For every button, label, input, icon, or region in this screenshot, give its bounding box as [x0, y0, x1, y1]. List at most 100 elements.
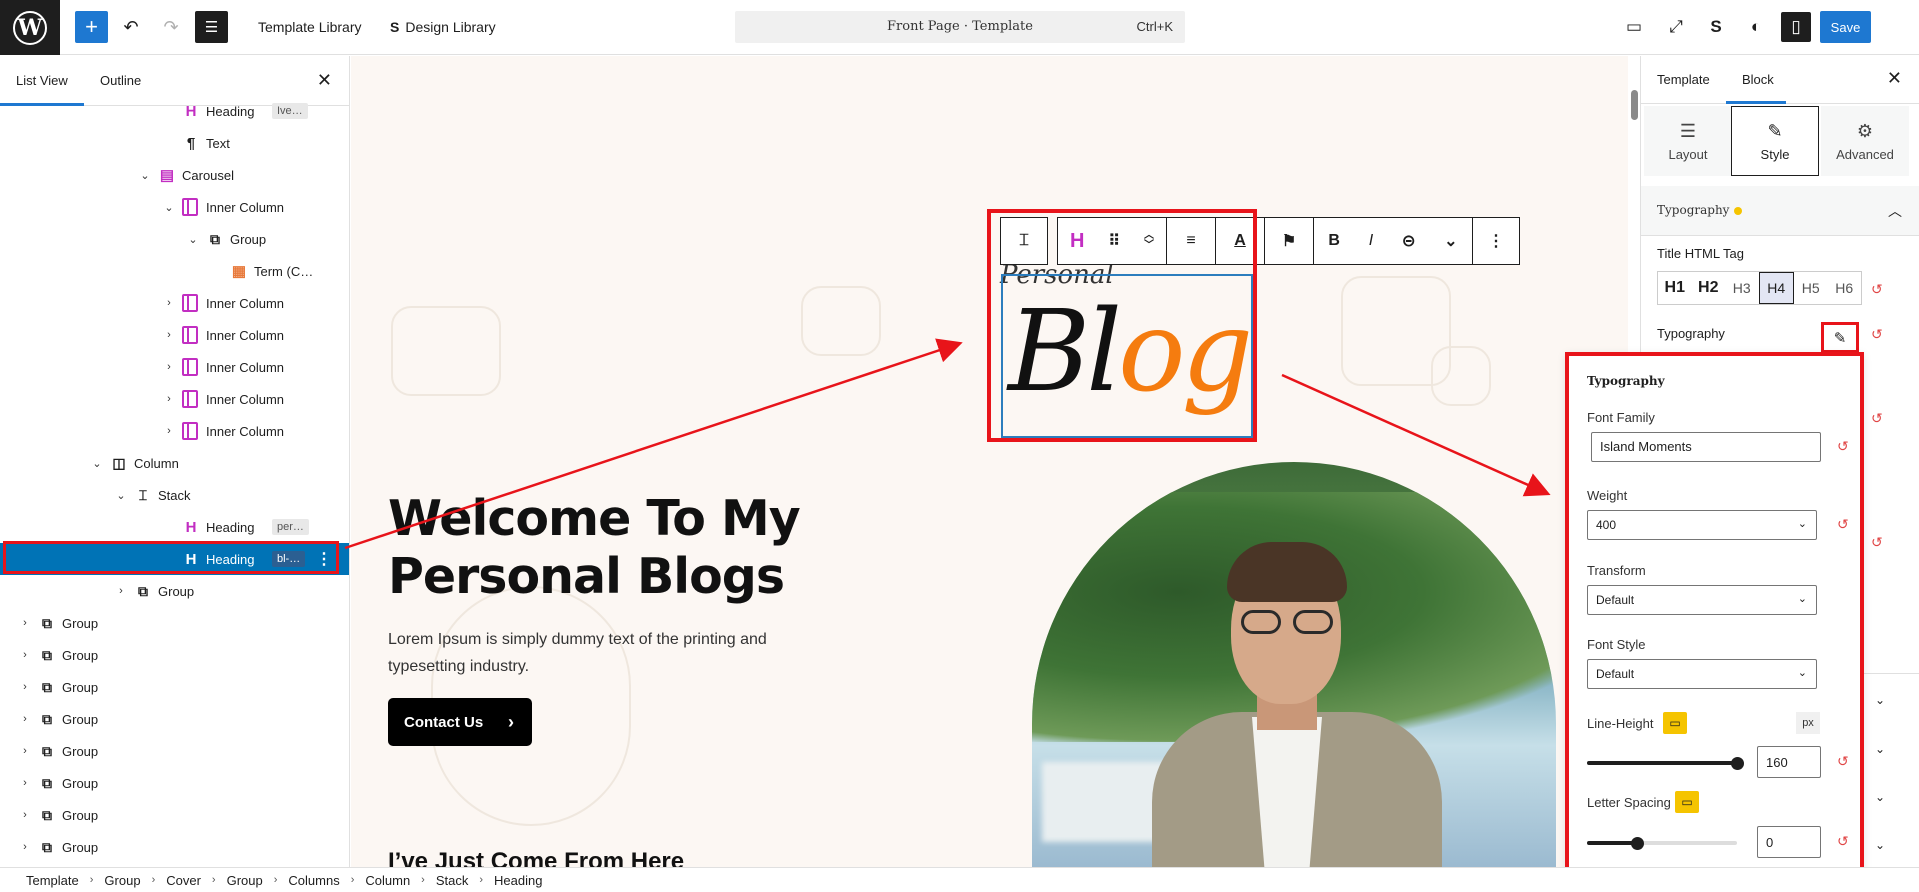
responsive-device-icon[interactable]: ▭	[1675, 791, 1699, 813]
list-view-row[interactable]: ▦ Term (C…	[0, 255, 349, 287]
tab-template[interactable]: Template	[1657, 72, 1710, 87]
list-view-row[interactable]: H Heading per…	[0, 511, 349, 543]
list-view-row[interactable]: ¶ Text	[0, 127, 349, 159]
weight-select[interactable]: 400 ⌄	[1587, 510, 1817, 540]
undo-button[interactable]: ↶	[116, 11, 146, 43]
chevron-right-icon[interactable]: ›	[18, 809, 32, 821]
chevron-right-icon[interactable]: ›	[18, 617, 32, 629]
bold-icon[interactable]: B	[1328, 232, 1340, 250]
breadcrumb-item[interactable]: Columns	[288, 873, 339, 888]
tab-block[interactable]: Block	[1742, 72, 1774, 87]
design-library-toolbar-button[interactable]: S	[1702, 13, 1730, 41]
hero-portrait-image[interactable]	[1032, 462, 1556, 867]
html-tag-h2[interactable]: H2	[1692, 272, 1726, 304]
list-view-row[interactable]: › ⧉ Group	[0, 575, 349, 607]
reset-icon[interactable]: ↺	[1871, 410, 1883, 427]
template-library-button[interactable]: Template Library	[258, 11, 362, 43]
breadcrumb-item[interactable]: Group	[104, 873, 140, 888]
breadcrumb-item[interactable]: Group	[227, 873, 263, 888]
font-family-input[interactable]: Island Moments	[1591, 432, 1821, 462]
chevron-down-icon[interactable]: ⌄	[162, 201, 176, 214]
line-height-slider-thumb[interactable]	[1731, 757, 1744, 770]
letter-spacing-input[interactable]: 0	[1757, 826, 1821, 858]
list-view-row[interactable]: › Inner Column	[0, 287, 349, 319]
list-view-row[interactable]: › ⧉ Group	[0, 831, 349, 863]
chevron-right-icon[interactable]: ›	[18, 777, 32, 789]
canvas-scrollbar-thumb[interactable]	[1631, 90, 1638, 120]
settings-sidebar-toggle[interactable]: ▯	[1781, 12, 1811, 42]
add-block-button[interactable]: +	[75, 11, 108, 43]
breadcrumb-item[interactable]: Heading	[494, 873, 542, 888]
chevron-right-icon[interactable]: ›	[162, 297, 176, 309]
list-view-row[interactable]: › ⧉ Group	[0, 607, 349, 639]
chevron-down-icon[interactable]: ⌄	[138, 169, 152, 182]
subtab-layout[interactable]: ☰ Layout	[1644, 106, 1732, 176]
html-tag-h4[interactable]: H4	[1758, 272, 1794, 304]
letter-spacing-slider-thumb[interactable]	[1631, 837, 1644, 850]
chevron-right-icon[interactable]: ›	[18, 649, 32, 661]
fullscreen-button[interactable]: ⤢	[1662, 13, 1690, 41]
chevron-right-icon[interactable]: ›	[162, 425, 176, 437]
list-view-row[interactable]: H Heading Ive…	[0, 95, 349, 127]
document-overview-button[interactable]: ☰	[195, 11, 228, 43]
close-icon[interactable]: ✕	[1887, 68, 1902, 89]
breadcrumb-item[interactable]: Stack	[436, 873, 469, 888]
line-height-input[interactable]: 160	[1757, 746, 1821, 778]
list-view-row[interactable]: ⌄ Inner Column	[0, 191, 349, 223]
list-view-row[interactable]: › ⧉ Group	[0, 639, 349, 671]
chevron-right-icon[interactable]: ›	[114, 585, 128, 597]
list-view-row[interactable]: ⌄ ▤ Carousel	[0, 159, 349, 191]
html-tag-h6[interactable]: H6	[1828, 272, 1862, 304]
chevron-down-icon[interactable]: ⌄	[1875, 742, 1885, 756]
chevron-right-icon[interactable]: ›	[18, 713, 32, 725]
chevron-down-icon[interactable]: ⌄	[1875, 790, 1885, 804]
transform-select[interactable]: Default ⌄	[1587, 585, 1817, 615]
chevron-down-icon[interactable]: ⌄	[90, 457, 104, 470]
reset-icon[interactable]: ↺	[1837, 753, 1849, 770]
list-view-row[interactable]: › ⧉ Group	[0, 735, 349, 767]
list-view-row[interactable]: › Inner Column	[0, 415, 349, 447]
list-view-row[interactable]: ⌄ ⧉ Group	[0, 223, 349, 255]
reset-icon[interactable]: ↺	[1871, 534, 1883, 551]
html-tag-h5[interactable]: H5	[1794, 272, 1828, 304]
save-button[interactable]: Save	[1820, 11, 1871, 43]
list-view-row[interactable]: › ⧉ Group	[0, 767, 349, 799]
chevron-right-icon[interactable]: ›	[18, 745, 32, 757]
reset-icon[interactable]: ↺	[1837, 516, 1849, 533]
reset-icon[interactable]: ↺	[1837, 438, 1849, 455]
typography-edit-button[interactable]: ✎	[1821, 322, 1859, 353]
breadcrumb-item[interactable]: Cover	[166, 873, 201, 888]
hero-heading[interactable]: Welcome To My Personal Blogs	[388, 490, 801, 606]
chevron-right-icon[interactable]: ›	[18, 841, 32, 853]
typography-section-header[interactable]: Typography ︿	[1641, 186, 1919, 236]
chevron-down-icon[interactable]: ⌄	[114, 489, 128, 502]
chevron-right-icon[interactable]: ›	[18, 681, 32, 693]
font-style-select[interactable]: Default ⌄	[1587, 659, 1817, 689]
contact-us-button[interactable]: Contact Us ›	[388, 698, 532, 746]
chevron-down-icon[interactable]: ⌄	[1444, 231, 1457, 251]
breadcrumb-item[interactable]: Template	[26, 873, 79, 888]
list-view-row[interactable]: › Inner Column	[0, 319, 349, 351]
unit-selector[interactable]: px	[1796, 712, 1820, 734]
close-icon[interactable]: ✕	[317, 70, 332, 91]
reset-icon[interactable]: ↺	[1871, 326, 1883, 343]
wordpress-logo-button[interactable]: W	[0, 0, 60, 55]
chevron-right-icon[interactable]: ›	[162, 361, 176, 373]
design-library-button[interactable]: S Design Library	[390, 11, 496, 43]
chevron-down-icon[interactable]: ⌄	[1875, 693, 1885, 707]
command-palette-button[interactable]: Front Page · Template Ctrl+K	[735, 11, 1185, 43]
hero-paragraph[interactable]: Lorem Ipsum is simply dummy text of the …	[388, 626, 838, 680]
chevron-down-icon[interactable]: ⌄	[1875, 838, 1885, 852]
list-view-row[interactable]: › ⧉ Group	[0, 703, 349, 735]
list-view-row[interactable]: ⌄ ◫ Column	[0, 447, 349, 479]
tab-outline[interactable]: Outline	[100, 73, 141, 88]
chevron-down-icon[interactable]: ⌄	[186, 233, 200, 246]
italic-icon[interactable]: I	[1369, 232, 1373, 250]
style-toggle-button[interactable]: ◐	[1742, 13, 1770, 41]
reset-icon[interactable]: ↺	[1837, 833, 1849, 850]
subtab-advanced[interactable]: ⚙ Advanced	[1821, 106, 1909, 176]
list-view-row[interactable]: ⌄ ⌶ Stack	[0, 479, 349, 511]
redo-button[interactable]: ↷	[156, 11, 186, 43]
tab-list-view[interactable]: List View	[16, 73, 68, 88]
link-icon[interactable]: ⊝	[1402, 231, 1415, 251]
